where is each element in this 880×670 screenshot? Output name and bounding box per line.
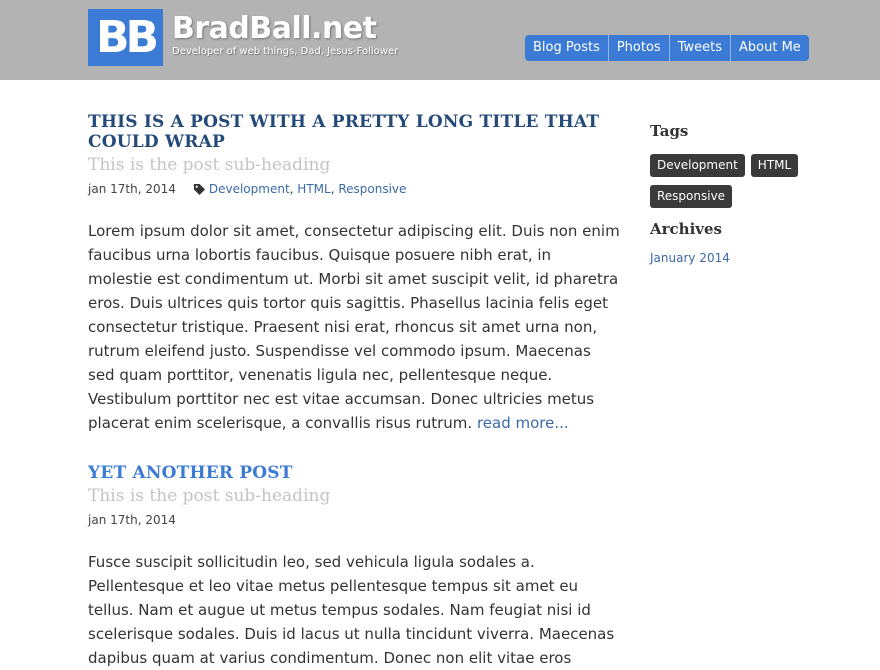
post-meta: jan 17th, 2014 xyxy=(88,512,628,528)
tags-heading: Tags xyxy=(650,122,689,140)
nav-blog-posts[interactable]: Blog Posts xyxy=(525,35,608,61)
post-date: jan 17th, 2014 xyxy=(88,182,176,196)
post-subheading: This is the post sub-heading xyxy=(88,155,331,175)
tag-html[interactable]: HTML xyxy=(750,154,799,177)
post-excerpt-text: Fusce suscipit sollicitudin leo, sed veh… xyxy=(88,553,615,667)
tag-list: Development HTML Responsive xyxy=(650,154,820,208)
nav-photos[interactable]: Photos xyxy=(607,35,669,61)
post-list: This is a post with a pretty long title … xyxy=(88,80,628,670)
nav-about-me[interactable]: About Me xyxy=(730,35,809,61)
tag-development[interactable]: Development xyxy=(650,154,745,177)
post-tag-responsive[interactable]: Responsive xyxy=(338,181,406,197)
post-meta: jan 17th, 2014 Development, HTML, Respon… xyxy=(88,181,407,197)
main-nav: Blog Posts Photos Tweets About Me xyxy=(525,35,809,61)
site-header: BB BradBall.net Developer of web things,… xyxy=(0,0,880,80)
post-excerpt: Fusce suscipit sollicitudin leo, sed veh… xyxy=(88,550,620,670)
archive-january-2014[interactable]: January 2014 xyxy=(650,251,820,265)
post: This is a post with a pretty long title … xyxy=(88,112,628,435)
read-more-link[interactable]: read more... xyxy=(477,414,569,432)
post-title-link[interactable]: Yet another post xyxy=(88,463,628,483)
post-excerpt: Lorem ipsum dolor sit amet, consectetur … xyxy=(88,219,620,435)
archives-heading: Archives xyxy=(650,220,722,238)
post-excerpt-text: Lorem ipsum dolor sit amet, consectetur … xyxy=(88,222,620,432)
nav-tweets[interactable]: Tweets xyxy=(668,35,730,61)
post-tag-development[interactable]: Development xyxy=(209,181,290,197)
site-tagline: Developer of web things, Dad, Jesus-Foll… xyxy=(172,46,399,57)
post: Yet another post This is the post sub-he… xyxy=(88,463,628,670)
post-title-link[interactable]: This is a post with a pretty long title … xyxy=(88,112,628,152)
sidebar: Tags Development HTML Responsive Archive… xyxy=(650,80,820,265)
tag-icon xyxy=(193,183,205,195)
site-logo[interactable]: BB xyxy=(88,9,163,66)
tag-responsive[interactable]: Responsive xyxy=(650,185,733,208)
post-tag-html[interactable]: HTML xyxy=(297,181,330,197)
post-date: jan 17th, 2014 xyxy=(88,513,176,527)
post-subheading: This is the post sub-heading xyxy=(88,486,331,506)
logo-text: BB xyxy=(95,11,159,63)
site-title[interactable]: BradBall.net xyxy=(172,12,377,46)
